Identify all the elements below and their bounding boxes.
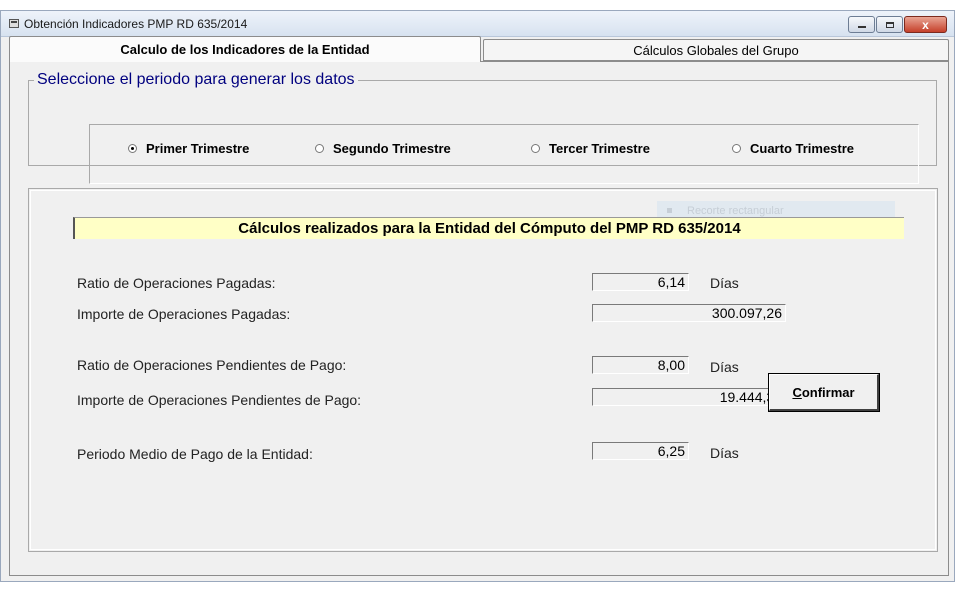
ratio-pagadas-label: Ratio de Operaciones Pagadas:: [77, 275, 276, 291]
tab-calculo-entidad[interactable]: Calculo de los Indicadores de la Entidad: [9, 36, 481, 62]
minimize-icon: [857, 26, 866, 28]
period-group: Primer Trimestre Segundo Trimestre Terce…: [28, 80, 937, 184]
results-panel: Recorte rectangular Cálculos realizados …: [28, 188, 938, 552]
radio-label: Primer Trimestre: [146, 141, 250, 156]
period-group-legend: Seleccione el periodo para generar los d…: [34, 71, 358, 89]
close-button[interactable]: x: [904, 16, 947, 33]
radio-primer-trimestre[interactable]: Primer Trimestre: [128, 141, 249, 156]
ratio-pagadas-unit: Días: [710, 275, 739, 291]
app-window: Obtención Indicadores PMP RD 635/2014 x …: [0, 10, 955, 582]
importe-pagadas-value: 300.097,26: [592, 304, 786, 322]
radio-label: Cuarto Trimestre: [750, 141, 855, 156]
radio-cuarto-trimestre[interactable]: Cuarto Trimestre: [732, 141, 854, 156]
tab-calculos-globales[interactable]: Cálculos Globales del Grupo: [483, 39, 949, 61]
importe-pagadas-label: Importe de Operaciones Pagadas:: [77, 306, 291, 322]
close-icon: x: [922, 17, 929, 32]
window-title: Obtención Indicadores PMP RD 635/2014: [24, 17, 248, 31]
results-inner: Recorte rectangular Cálculos realizados …: [30, 190, 936, 550]
periodo-medio-unit: Días: [710, 445, 739, 461]
ratio-pagadas-value: 6,14: [592, 273, 689, 291]
results-banner: Cálculos realizados para la Entidad del …: [73, 217, 904, 239]
tab-panel: Primer Trimestre Segundo Trimestre Terce…: [9, 61, 949, 576]
tab-label: Calculo de los Indicadores de la Entidad: [120, 42, 370, 57]
confirm-label: onfirmar: [801, 384, 855, 400]
app-icon[interactable]: [9, 19, 19, 28]
maximize-button[interactable]: [876, 16, 903, 33]
radio-tercer-trimestre[interactable]: Tercer Trimestre: [531, 141, 650, 156]
confirm-accel: C: [792, 384, 802, 400]
radio-segundo-trimestre[interactable]: Segundo Trimestre: [315, 141, 451, 156]
importe-pendientes-value: 19.444,38: [592, 388, 786, 406]
radio-unchecked-icon[interactable]: [732, 144, 741, 153]
importe-pendientes-label: Importe de Operaciones Pendientes de Pag…: [77, 392, 362, 408]
title-bar[interactable]: Obtención Indicadores PMP RD 635/2014 x: [1, 11, 954, 37]
radio-unchecked-icon[interactable]: [315, 144, 324, 153]
tab-label: Cálculos Globales del Grupo: [633, 42, 799, 58]
minimize-button[interactable]: [848, 16, 875, 33]
radio-unchecked-icon[interactable]: [531, 144, 540, 153]
confirm-button[interactable]: Confirmar: [768, 373, 880, 412]
radio-container: Primer Trimestre Segundo Trimestre Terce…: [89, 124, 919, 184]
radio-label: Tercer Trimestre: [549, 141, 650, 156]
radio-checked-icon[interactable]: [128, 144, 137, 153]
maximize-icon: [885, 21, 894, 28]
ratio-pendientes-unit: Días: [710, 359, 739, 375]
ratio-pendientes-value: 8,00: [592, 356, 689, 374]
ratio-pendientes-label: Ratio de Operaciones Pendientes de Pago:: [77, 357, 347, 373]
periodo-medio-value: 6,25: [592, 442, 689, 460]
radio-label: Segundo Trimestre: [333, 141, 451, 156]
periodo-medio-label: Periodo Medio de Pago de la Entidad:: [77, 446, 313, 462]
